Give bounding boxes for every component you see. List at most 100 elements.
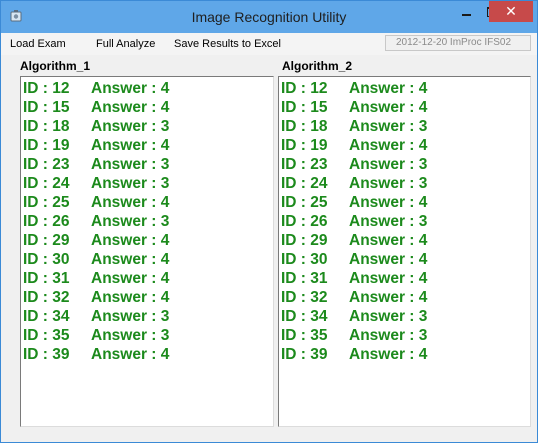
result-id: ID : 23	[281, 156, 328, 173]
list-item[interactable]: ID : 31 Answer : 4	[281, 269, 427, 289]
result-answer: Answer : 4	[349, 346, 428, 363]
close-icon: ✕	[505, 3, 517, 20]
list-item[interactable]: ID : 18 Answer : 3	[23, 117, 169, 137]
result-answer: Answer : 3	[91, 175, 170, 192]
algorithm-2-results-list[interactable]: ID : 12 Answer : 4 ID : 15 Answer : 4 ID : 1…	[278, 76, 531, 427]
result-answer: Answer : 4	[91, 251, 170, 268]
result-id: ID : 32	[281, 289, 328, 306]
list-item[interactable]: ID : 31 Answer : 4	[23, 269, 169, 289]
list-item[interactable]: ID : 26 Answer : 3	[281, 212, 427, 232]
list-item[interactable]: ID : 24 Answer : 3	[281, 174, 427, 194]
minimize-icon	[461, 13, 471, 16]
list-item[interactable]: ID : 32 Answer : 4	[281, 288, 427, 308]
list-item[interactable]: ID : 25 Answer : 4	[23, 193, 169, 213]
minimize-button[interactable]	[453, 1, 479, 22]
app-window: Image Recognition Utility ✕ Load Exam Fu…	[0, 0, 538, 443]
list-item[interactable]: ID : 35 Answer : 3	[23, 326, 169, 346]
result-id: ID : 34	[23, 308, 70, 325]
result-answer: Answer : 3	[349, 156, 428, 173]
list-item[interactable]: ID : 29 Answer : 4	[281, 231, 427, 251]
menu-bar: Load Exam Full Analyze Save Results to E…	[1, 33, 537, 55]
result-id: ID : 29	[23, 232, 70, 249]
list-item[interactable]: ID : 18 Answer : 3	[281, 117, 427, 137]
result-id: ID : 15	[23, 99, 70, 116]
list-item[interactable]: ID : 19 Answer : 4	[281, 136, 427, 156]
result-answer: Answer : 3	[91, 308, 170, 325]
result-id: ID : 19	[281, 137, 328, 154]
result-answer: Answer : 4	[349, 251, 428, 268]
result-id: ID : 26	[23, 213, 70, 230]
list-item[interactable]: ID : 35 Answer : 3	[281, 326, 427, 346]
result-id: ID : 35	[23, 327, 70, 344]
list-item[interactable]: ID : 19 Answer : 4	[23, 136, 169, 156]
menu-save-results-to-excel[interactable]: Save Results to Excel	[174, 38, 281, 50]
result-answer: Answer : 3	[349, 327, 428, 344]
result-id: ID : 18	[281, 118, 328, 135]
result-answer: Answer : 4	[91, 289, 170, 306]
result-answer: Answer : 4	[349, 270, 428, 287]
list-item[interactable]: ID : 29 Answer : 4	[23, 231, 169, 251]
list-item[interactable]: ID : 39 Answer : 4	[281, 345, 427, 365]
result-answer: Answer : 4	[349, 99, 428, 116]
result-id: ID : 15	[281, 99, 328, 116]
algorithm-1-results-list[interactable]: ID : 12 Answer : 4 ID : 15 Answer : 4 ID : 1…	[20, 76, 274, 427]
list-item[interactable]: ID : 24 Answer : 3	[23, 174, 169, 194]
list-item[interactable]: ID : 30 Answer : 4	[23, 250, 169, 270]
list-item[interactable]: ID : 30 Answer : 4	[281, 250, 427, 270]
result-answer: Answer : 4	[349, 289, 428, 306]
result-id: ID : 25	[23, 194, 70, 211]
list-item[interactable]: ID : 23 Answer : 3	[281, 155, 427, 175]
result-answer: Answer : 4	[91, 99, 170, 116]
result-answer: Answer : 4	[349, 80, 428, 97]
result-answer: Answer : 3	[349, 175, 428, 192]
result-answer: Answer : 4	[349, 232, 428, 249]
result-id: ID : 26	[281, 213, 328, 230]
result-answer: Answer : 4	[91, 194, 170, 211]
list-item[interactable]: ID : 15 Answer : 4	[23, 98, 169, 118]
status-text: 2012-12-20 ImProc IFS02	[385, 35, 531, 51]
list-item[interactable]: ID : 39 Answer : 4	[23, 345, 169, 365]
result-id: ID : 32	[23, 289, 70, 306]
result-answer: Answer : 4	[91, 346, 170, 363]
result-id: ID : 12	[23, 80, 70, 97]
list-item[interactable]: ID : 34 Answer : 3	[281, 307, 427, 327]
list-item[interactable]: ID : 15 Answer : 4	[281, 98, 427, 118]
list-item[interactable]: ID : 12 Answer : 4	[281, 79, 427, 99]
list-item[interactable]: ID : 23 Answer : 3	[23, 155, 169, 175]
result-answer: Answer : 3	[349, 308, 428, 325]
list-item[interactable]: ID : 12 Answer : 4	[23, 79, 169, 99]
result-id: ID : 30	[281, 251, 328, 268]
result-answer: Answer : 4	[91, 270, 170, 287]
result-id: ID : 30	[23, 251, 70, 268]
result-id: ID : 31	[281, 270, 328, 287]
result-answer: Answer : 3	[349, 118, 428, 135]
menu-full-analyze[interactable]: Full Analyze	[96, 38, 155, 50]
list-item[interactable]: ID : 25 Answer : 4	[281, 193, 427, 213]
result-id: ID : 39	[281, 346, 328, 363]
result-answer: Answer : 3	[91, 327, 170, 344]
list-item[interactable]: ID : 32 Answer : 4	[23, 288, 169, 308]
algorithm-1-label: Algorithm_1	[20, 59, 91, 73]
menu-load-exam[interactable]: Load Exam	[10, 38, 66, 50]
result-answer: Answer : 4	[91, 232, 170, 249]
result-id: ID : 34	[281, 308, 328, 325]
result-id: ID : 12	[281, 80, 328, 97]
result-id: ID : 18	[23, 118, 70, 135]
result-answer: Answer : 4	[349, 194, 428, 211]
result-answer: Answer : 4	[91, 137, 170, 154]
result-id: ID : 39	[23, 346, 70, 363]
result-id: ID : 24	[23, 175, 70, 192]
list-item[interactable]: ID : 34 Answer : 3	[23, 307, 169, 327]
result-answer: Answer : 4	[349, 137, 428, 154]
result-id: ID : 19	[23, 137, 70, 154]
result-answer: Answer : 3	[91, 213, 170, 230]
algorithm-2-label: Algorithm_2	[282, 59, 353, 73]
title-bar[interactable]: Image Recognition Utility ✕	[1, 1, 537, 33]
list-item[interactable]: ID : 26 Answer : 3	[23, 212, 169, 232]
result-answer: Answer : 3	[91, 156, 170, 173]
result-id: ID : 25	[281, 194, 328, 211]
result-id: ID : 35	[281, 327, 328, 344]
close-button[interactable]: ✕	[489, 1, 533, 22]
result-id: ID : 23	[23, 156, 70, 173]
result-id: ID : 24	[281, 175, 328, 192]
